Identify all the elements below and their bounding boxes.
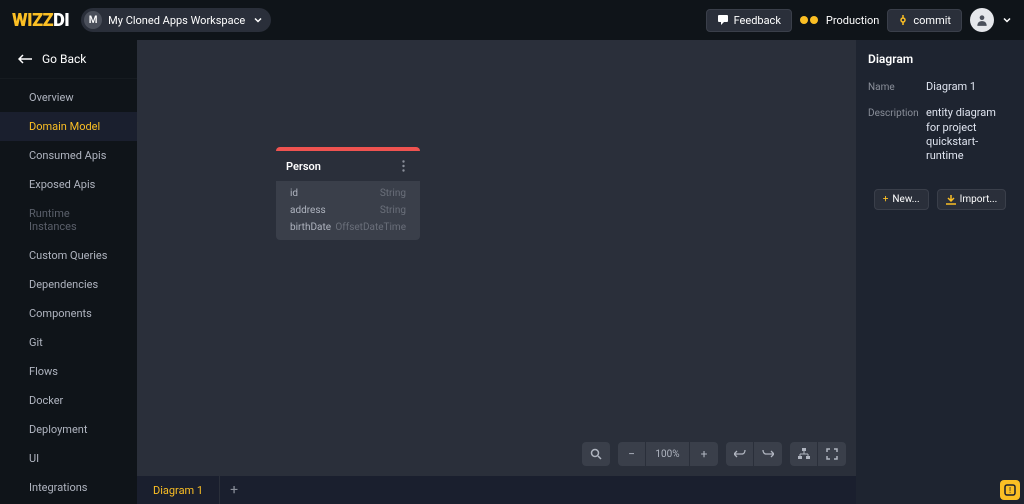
status-indicator [800, 16, 818, 24]
sidebar-item-docker[interactable]: Docker [0, 386, 137, 415]
chevron-down-icon [253, 15, 263, 25]
arrow-left-icon [18, 54, 32, 64]
entity-field[interactable]: idString [276, 185, 420, 202]
sidebar-item-runtime-instances[interactable]: Runtime Instances [0, 199, 137, 241]
redo-button[interactable] [754, 442, 782, 466]
redo-icon [762, 449, 774, 459]
entity-card-person[interactable]: Person idString addressString birthDateO… [276, 147, 420, 240]
zoom-in-button[interactable]: + [690, 442, 718, 466]
svg-text:!: ! [1009, 486, 1011, 495]
sidebar-item-integrations[interactable]: Integrations [0, 473, 137, 502]
commit-button[interactable]: commit [887, 9, 962, 32]
add-tab-button[interactable]: + [220, 482, 248, 498]
workspace-name: My Cloned Apps Workspace [108, 14, 245, 27]
user-avatar[interactable] [970, 8, 994, 32]
workspace-badge: M [84, 11, 102, 29]
search-icon [590, 448, 602, 460]
sidebar-item-exposed-apis[interactable]: Exposed Apis [0, 170, 137, 199]
sidebar-item-overview[interactable]: Overview [0, 83, 137, 112]
name-value[interactable]: Diagram 1 [926, 80, 1012, 94]
zoom-out-button[interactable]: − [618, 442, 646, 466]
sidebar-item-dependencies[interactable]: Dependencies [0, 270, 137, 299]
help-icon: ! [1004, 484, 1016, 496]
layout-icon [798, 448, 810, 460]
kebab-icon [402, 160, 405, 172]
tab-diagram-1[interactable]: Diagram 1 [137, 476, 220, 504]
entity-menu-button[interactable] [396, 159, 410, 173]
sidebar-item-consumed-apis[interactable]: Consumed Apis [0, 141, 137, 170]
search-button[interactable] [582, 442, 610, 466]
entity-title: Person [286, 160, 321, 173]
sidebar-item-deployment[interactable]: Deployment [0, 415, 137, 444]
sidebar-item-flows[interactable]: Flows [0, 357, 137, 386]
sidebar-item-ui[interactable]: UI [0, 444, 137, 473]
sidebar-item-components[interactable]: Components [0, 299, 137, 328]
fullscreen-icon [826, 448, 838, 460]
go-back-button[interactable]: Go Back [0, 40, 137, 79]
diagram-canvas[interactable]: Person idString addressString birthDateO… [137, 40, 856, 476]
fullscreen-button[interactable] [818, 442, 846, 466]
import-icon [946, 195, 956, 205]
chevron-down-icon[interactable] [1002, 15, 1012, 25]
panel-title: Diagram [868, 52, 1012, 66]
zoom-level[interactable]: 100% [646, 442, 690, 466]
sidebar-item-domain-model[interactable]: Domain Model [0, 112, 137, 141]
feedback-icon [717, 14, 729, 26]
new-button[interactable]: +New... [874, 189, 929, 210]
help-badge[interactable]: ! [1000, 480, 1020, 500]
sidebar-item-custom-queries[interactable]: Custom Queries [0, 241, 137, 270]
description-label: Description [868, 106, 918, 119]
logo: WIZZDI [12, 10, 69, 31]
env-label: Production [826, 14, 879, 27]
sidebar-item-git[interactable]: Git [0, 328, 137, 357]
sidebar-nav: Overview Domain Model Consumed Apis Expo… [0, 79, 137, 504]
import-button[interactable]: Import... [937, 189, 1007, 210]
properties-panel: Diagram Name Diagram 1 Description entit… [856, 40, 1024, 504]
layout-button[interactable] [790, 442, 818, 466]
commit-icon [898, 15, 908, 25]
entity-field[interactable]: addressString [276, 202, 420, 219]
undo-button[interactable] [726, 442, 754, 466]
name-label: Name [868, 80, 918, 93]
feedback-button[interactable]: Feedback [706, 9, 792, 32]
entity-field[interactable]: birthDateOffsetDateTime [276, 219, 420, 236]
description-value[interactable]: entity diagram for project quickstart-ru… [926, 106, 1012, 163]
user-icon [975, 13, 989, 27]
undo-icon [734, 449, 746, 459]
workspace-selector[interactable]: M My Cloned Apps Workspace [81, 8, 271, 32]
